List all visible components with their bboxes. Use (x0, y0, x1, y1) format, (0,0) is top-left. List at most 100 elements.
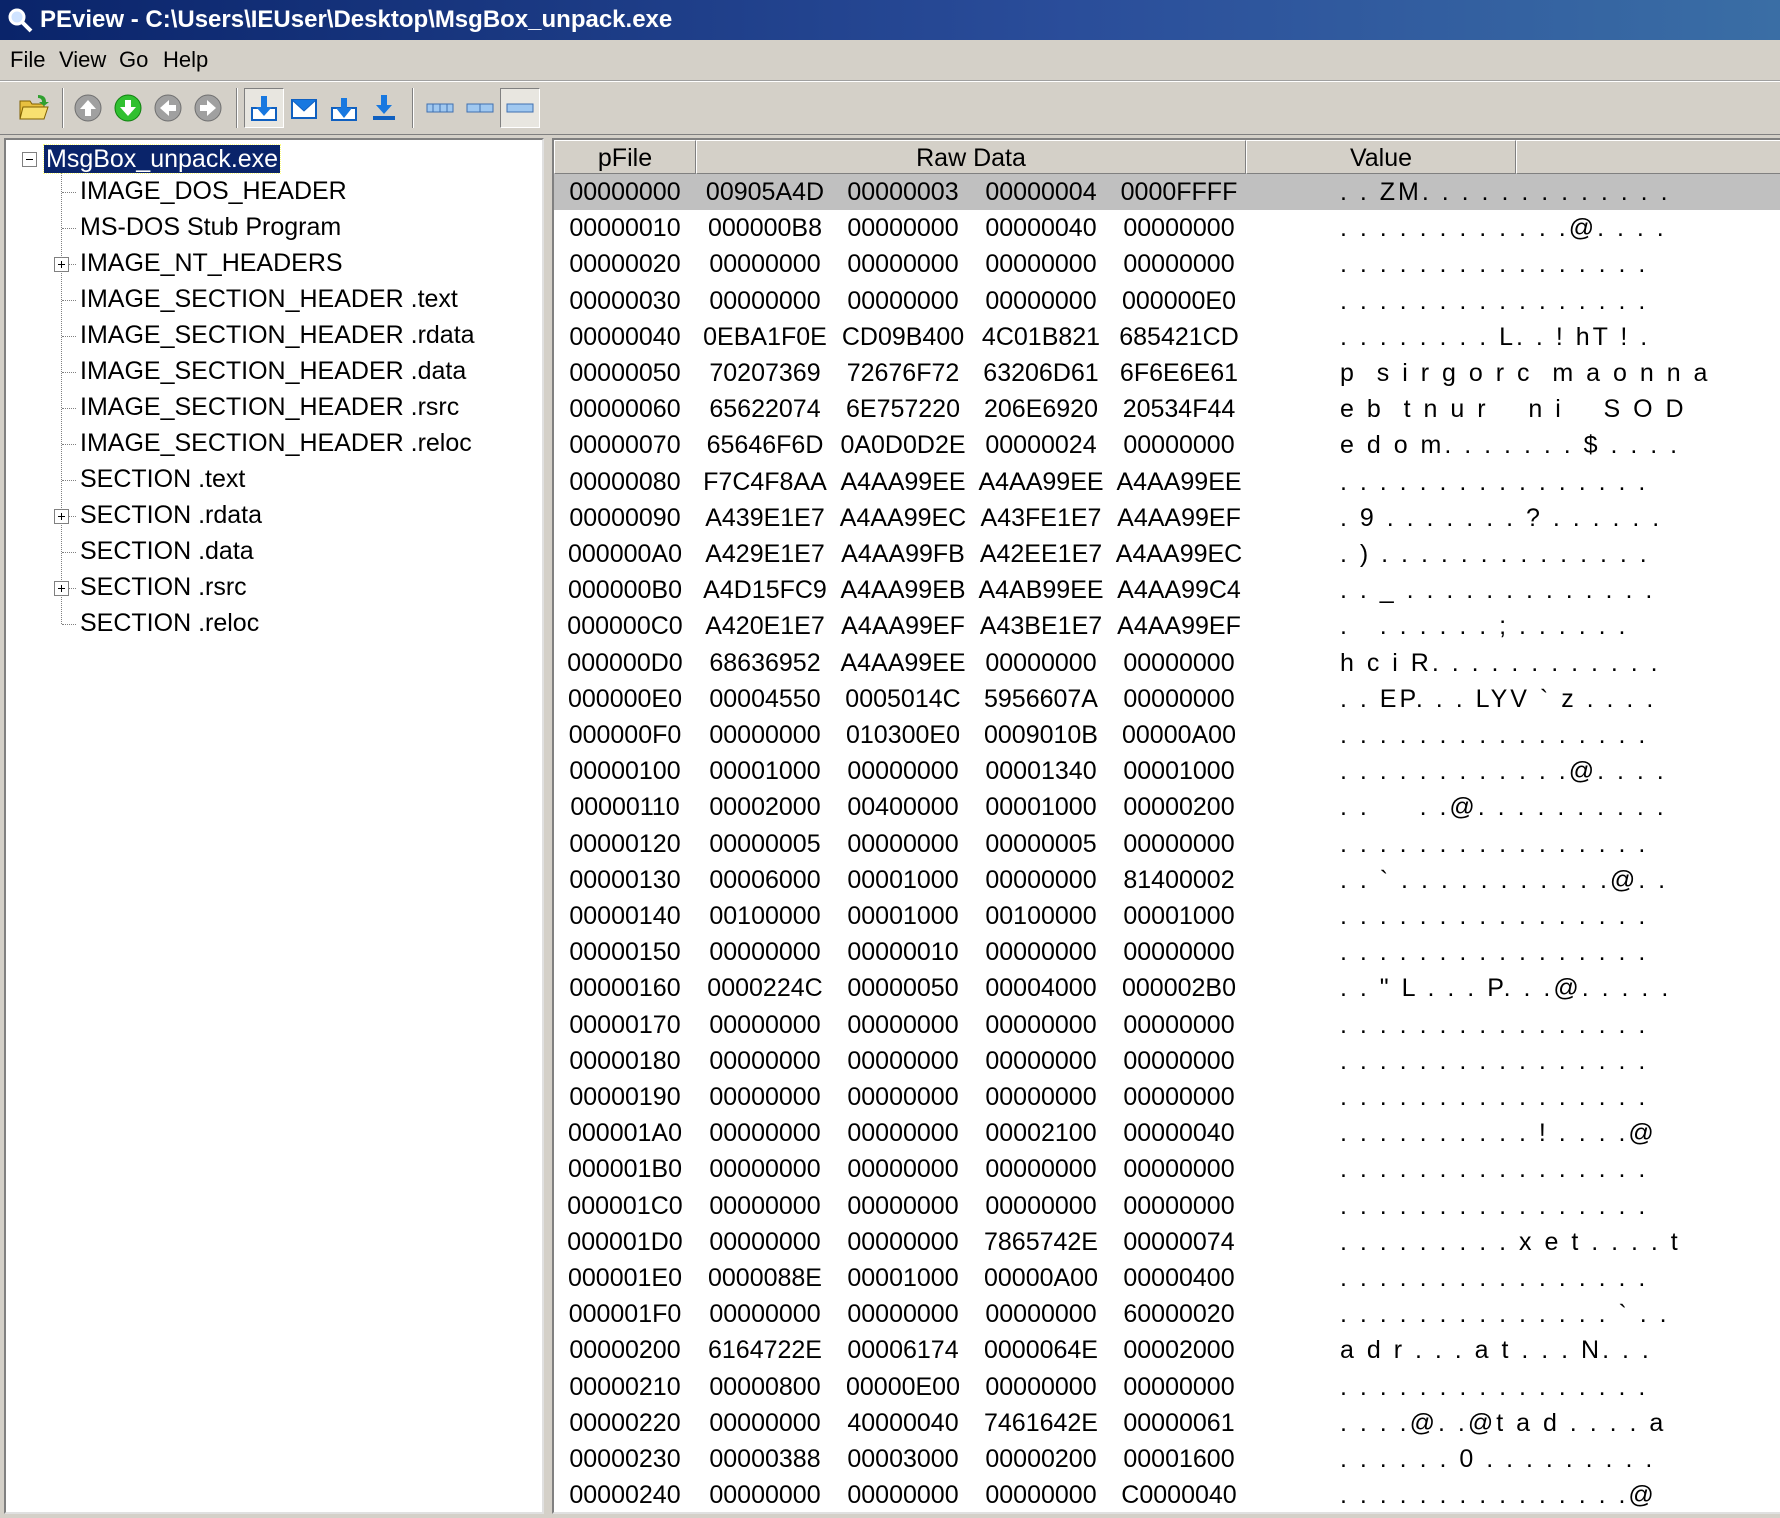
raw-data-cell: 0009010B (983, 721, 1098, 749)
table-row[interactable]: 000001C0 00000000 00000000 00000000 00000000… (554, 1188, 1780, 1224)
tree-item[interactable]: SECTION .rsrc (80, 570, 247, 604)
table-row[interactable]: 000001D0 00000000 00000000 7865742E 00000074… (554, 1224, 1780, 1260)
offset-cell: 000000E0 (567, 684, 682, 713)
tree-item[interactable]: SECTION .reloc (80, 606, 259, 640)
table-row[interactable]: 000000A0 A429E1E7 A4AA99FB A42EE1E7 A4AA99EC… (554, 536, 1780, 572)
nav-down-button[interactable] (108, 88, 148, 128)
table-row[interactable]: 00000010 000000B8 00000000 00000040 00000000… (554, 210, 1780, 246)
tree-item[interactable]: IMAGE_SECTION_HEADER .text (80, 282, 458, 316)
table-row[interactable]: 000001E0 0000088E 00001000 00000A00 00000400… (554, 1260, 1780, 1296)
table-row[interactable]: 00000000 00905A4D 00000003 00000004 0000FFFF… (554, 174, 1780, 210)
table-row[interactable]: 00000200 6164722E 00006174 0000064E 00002000… (554, 1332, 1780, 1368)
table-row[interactable]: 00000040 0EBA1F0E CD09B400 4C01B821 685421CD… (554, 319, 1780, 355)
tree-panel: MsgBox_unpack.exe IMAGE_DOS_HEADER MS-DOS… (4, 138, 544, 1514)
expand-toggle[interactable] (54, 509, 69, 524)
tree-item-label: IMAGE_SECTION_HEADER .reloc (80, 429, 472, 457)
tree-item-label: IMAGE_DOS_HEADER (80, 177, 347, 205)
collapse-toggle[interactable] (22, 152, 37, 167)
value-cell: h c i R. . . . . . . . . . . . (1340, 648, 1661, 677)
tree-line (61, 166, 62, 624)
tree-item[interactable]: IMAGE_DOS_HEADER (80, 174, 347, 208)
nav-up-button[interactable] (68, 88, 108, 128)
table-row[interactable]: 00000180 00000000 00000000 00000000 00000000… (554, 1043, 1780, 1079)
raw-data-cell: 00000050 (847, 974, 959, 1003)
nav-forward-button[interactable] (188, 88, 228, 128)
raw-data-cell: 00000000 (1123, 1372, 1235, 1401)
splitter[interactable] (544, 138, 552, 1514)
expand-toggle[interactable] (54, 581, 69, 596)
menu-help[interactable]: Help (159, 40, 212, 80)
table-row[interactable]: 000000D0 68636952 A4AA99EE 00000000 00000000… (554, 645, 1780, 681)
raw-data-cell: 00100000 (709, 902, 821, 930)
expand-toggle[interactable] (54, 257, 69, 272)
table-row[interactable]: 000000B0 A4D15FC9 A4AA99EB A4AB99EE A4AA99C4… (554, 572, 1780, 608)
tree-item[interactable]: IMAGE_SECTION_HEADER .rsrc (80, 390, 459, 424)
tree-item[interactable]: SECTION .text (80, 462, 245, 496)
table-row[interactable]: 00000160 0000224C 00000050 00004000 000002B0… (554, 970, 1780, 1006)
column-header-value[interactable]: Value (1246, 140, 1516, 174)
tree-item[interactable]: IMAGE_NT_HEADERS (80, 246, 343, 280)
menu-go[interactable]: Go (115, 40, 152, 80)
table-row[interactable]: 000000C0 A420E1E7 A4AA99EF A43BE1E7 A4AA99EF… (554, 608, 1780, 644)
menu-file[interactable]: File (6, 40, 49, 80)
table-row[interactable]: 000001B0 00000000 00000000 00000000 00000000… (554, 1151, 1780, 1187)
menu-view[interactable]: View (55, 40, 110, 80)
toolbar-separator (412, 88, 414, 128)
column-header-raw-data[interactable]: Raw Data (696, 140, 1246, 174)
table-row[interactable]: 000001F0 00000000 00000000 00000000 60000020… (554, 1296, 1780, 1332)
table-row[interactable]: 00000150 00000000 00000010 00000000 00000000… (554, 934, 1780, 970)
table-row[interactable]: 00000070 65646F6D 0A0D0D2E 00000024 00000000… (554, 427, 1780, 463)
table-row[interactable]: 00000240 00000000 00000000 00000000 C0000040… (554, 1477, 1780, 1512)
raw-data-cell: 40000040 (847, 1408, 959, 1437)
tree-item[interactable]: SECTION .rdata (80, 498, 262, 532)
view-last-button[interactable] (364, 88, 404, 128)
raw-data-cell: 00000000 (709, 1300, 821, 1329)
open-file-button[interactable] (14, 88, 54, 128)
raw-data-cell: 00000000 (847, 1119, 959, 1148)
table-row[interactable]: 000000F0 00000000 010300E0 0009010B 00000A00… (554, 717, 1780, 753)
offset-cell: 00000180 (569, 1046, 681, 1075)
raw-data-cell: 00000010 (847, 938, 959, 967)
nav-back-button[interactable] (148, 88, 188, 128)
table-row[interactable]: 00000050 70207369 72676F72 63206D61 6F6E6E61… (554, 355, 1780, 391)
table-row[interactable]: 00000220 00000000 40000040 7461642E 00000061… (554, 1405, 1780, 1441)
value-cell: . . . . . . . . . . . . . . ` . . (1340, 1300, 1670, 1329)
table-row[interactable]: 00000030 00000000 00000000 00000000 000000E0… (554, 283, 1780, 319)
table-row[interactable]: 00000140 00100000 00001000 00100000 00001000… (554, 898, 1780, 934)
raw-data-cell: A43BE1E7 (979, 612, 1103, 641)
table-row[interactable]: 00000190 00000000 00000000 00000000 00000000… (554, 1079, 1780, 1115)
table-row[interactable]: 00000020 00000000 00000000 00000000 00000000… (554, 246, 1780, 282)
tree-item[interactable]: IMAGE_SECTION_HEADER .rdata (80, 318, 475, 352)
view-envelope-button[interactable] (284, 88, 324, 128)
table-row[interactable]: 00000080 F7C4F8AA A4AA99EE A4AA99EE A4AA99EE… (554, 464, 1780, 500)
tree-item[interactable]: IMAGE_SECTION_HEADER .reloc (80, 426, 472, 460)
table-row[interactable]: 000000E0 00004550 0005014C 5956607A 00000000… (554, 681, 1780, 717)
view-next-button[interactable] (324, 88, 364, 128)
table-row[interactable]: 00000060 65622074 6E757220 206E6920 20534F44… (554, 391, 1780, 427)
offset-cell: 00000140 (569, 902, 681, 930)
tree-root[interactable]: MsgBox_unpack.exe (42, 142, 282, 176)
view-hex-button[interactable] (244, 88, 284, 128)
tree-line (62, 300, 76, 301)
table-row[interactable]: 00000120 00000005 00000000 00000005 00000000… (554, 826, 1780, 862)
value-cell: . . . . . . . . . . . . . . . . (1340, 1155, 1649, 1184)
table-row[interactable]: 00000100 00001000 00000000 00001340 00001000… (554, 753, 1780, 789)
size-word-button[interactable] (460, 88, 500, 128)
size-byte-button[interactable] (420, 88, 460, 128)
table-row[interactable]: 000001A0 00000000 00000000 00002100 00000040… (554, 1115, 1780, 1151)
table-row[interactable]: 00000210 00000800 00000E00 00000000 00000000… (554, 1369, 1780, 1405)
value-cell: a d r . . . a t . . . N. . . (1340, 1336, 1652, 1365)
tree-item-label: IMAGE_SECTION_HEADER .rsrc (80, 393, 460, 421)
table-row[interactable]: 00000090 A439E1E7 A4AA99EC A43FE1E7 A4AA99EF… (554, 500, 1780, 536)
tree-item[interactable]: MS-DOS Stub Program (80, 210, 341, 244)
table-row[interactable]: 00000170 00000000 00000000 00000000 00000000… (554, 1007, 1780, 1043)
tree-item[interactable]: IMAGE_SECTION_HEADER .data (80, 354, 466, 388)
table-row[interactable]: 00000110 00002000 00400000 00001000 00000200… (554, 789, 1780, 825)
size-dword-button[interactable] (500, 88, 540, 128)
raw-data-cell: A4D15FC9 (703, 576, 827, 605)
table-row[interactable]: 00000230 00000388 00003000 00000200 00001600… (554, 1441, 1780, 1477)
tree-item[interactable]: SECTION .data (80, 534, 254, 568)
raw-data-cell: 00002000 (1123, 1336, 1235, 1365)
column-header-pfile[interactable]: pFile (554, 140, 696, 174)
table-row[interactable]: 00000130 00006000 00001000 00000000 81400002… (554, 862, 1780, 898)
